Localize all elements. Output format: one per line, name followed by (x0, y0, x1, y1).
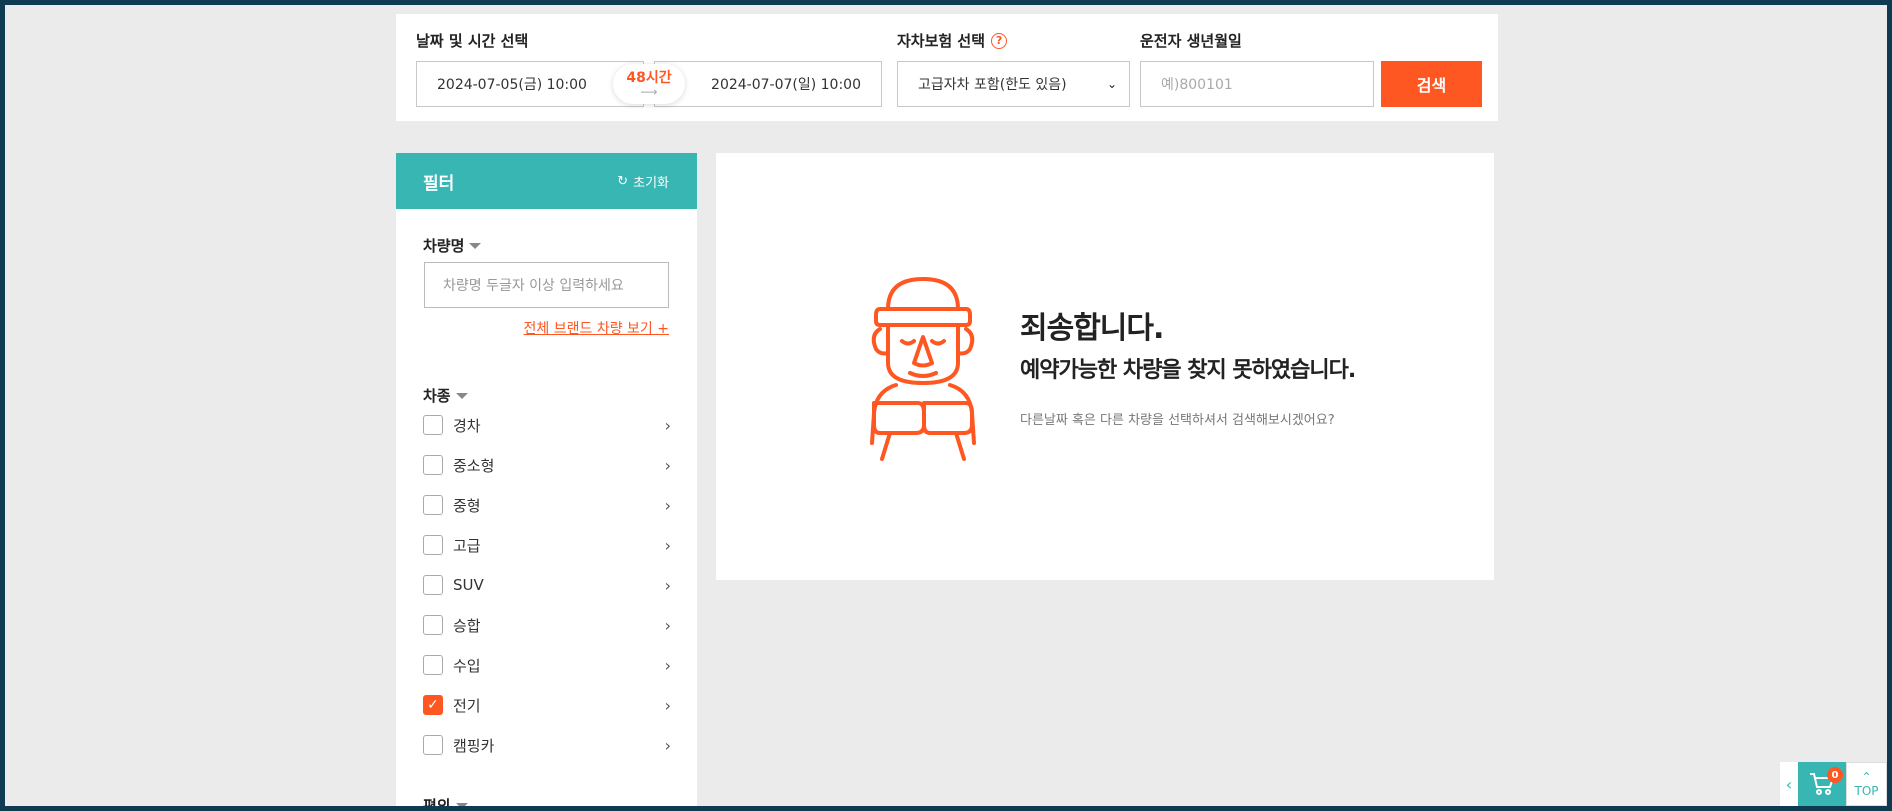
car-name-input[interactable]: 차량명 두글자 이상 입력하세요 (424, 262, 669, 308)
type-label: 승합 (453, 616, 481, 635)
cart-count-badge: 0 (1827, 767, 1843, 783)
insurance-value: 고급자차 포함(한도 있음) (918, 77, 1067, 93)
insurance-label-text: 자차보험 선택 (897, 32, 986, 50)
page-frame: 날짜 및 시간 선택 2024-07-05(금) 10:00 48시간 ⟶ 20… (5, 5, 1887, 806)
checkbox[interactable] (423, 575, 443, 595)
top-label: TOP (1854, 784, 1879, 798)
type-item[interactable]: 경차 › (423, 405, 671, 445)
caret-down-icon (455, 802, 468, 806)
filter-header: 필터 ↻ 초기화 (396, 153, 697, 209)
type-label: 전기 (453, 696, 481, 715)
type-label: 수입 (453, 656, 481, 675)
type-item[interactable]: 수입 › (423, 645, 671, 685)
checkbox-checked[interactable]: ✓ (423, 695, 443, 715)
reset-button[interactable]: ↻ 초기화 (617, 172, 669, 191)
date-label: 날짜 및 시간 선택 (416, 32, 529, 50)
type-label: 고급 (453, 536, 481, 555)
chevron-right-icon[interactable]: › (665, 656, 671, 675)
start-date-field[interactable]: 2024-07-05(금) 10:00 (416, 61, 644, 107)
result-hint: 다른날짜 혹은 다른 차량을 선택하셔서 검색해보시겠어요? (1020, 413, 1335, 428)
help-icon[interactable]: ? (991, 32, 1008, 49)
search-bar: 날짜 및 시간 선택 2024-07-05(금) 10:00 48시간 ⟶ 20… (396, 14, 1498, 121)
type-label: 캠핑카 (453, 736, 495, 755)
chevron-right-icon[interactable]: › (665, 416, 671, 435)
chevron-right-icon[interactable]: › (665, 616, 671, 635)
checkbox[interactable] (423, 455, 443, 475)
birth-label: 운전자 생년월일 (1140, 32, 1242, 50)
type-item[interactable]: 고급 › (423, 525, 671, 565)
refresh-icon: ↻ (617, 173, 629, 189)
all-brands-link[interactable]: 전체 브랜드 차량 보기 + (524, 318, 669, 338)
scroll-top-button[interactable]: ⌃ TOP (1846, 762, 1887, 806)
checkbox[interactable] (423, 615, 443, 635)
type-item[interactable]: 승합 › (423, 605, 671, 645)
checkbox[interactable] (423, 535, 443, 555)
type-item[interactable]: 중형 › (423, 485, 671, 525)
chevron-up-icon: ⌃ (1861, 770, 1872, 784)
type-section-label: 차종 (423, 387, 451, 405)
chevron-right-icon[interactable]: › (665, 696, 671, 715)
type-label: SUV (453, 576, 484, 594)
option-section-title[interactable]: 편의 (423, 795, 468, 806)
duration-text: 48시간 (626, 70, 672, 86)
result-title: 죄송합니다. (1020, 311, 1164, 346)
type-section-title[interactable]: 차종 (423, 385, 468, 406)
checkbox[interactable] (423, 415, 443, 435)
filter-panel: 필터 ↻ 초기화 차량명 차량명 두글자 이상 입력하세요 전체 브랜드 차량 … (396, 153, 697, 806)
car-type-list: 경차 › 중소형 › 중형 › 고급 › SUV › 승합 › 수입 › ✓ 전… (423, 405, 671, 765)
chevron-right-icon[interactable]: › (665, 576, 671, 595)
sorry-character-icon (870, 277, 976, 461)
chevron-down-icon: ⌄ (1106, 77, 1117, 91)
type-item[interactable]: SUV › (423, 565, 671, 605)
car-name-placeholder: 차량명 두글자 이상 입력하세요 (443, 278, 624, 294)
result-subtitle: 예약가능한 차량을 찾지 못하였습니다. (1020, 358, 1356, 383)
name-section-title[interactable]: 차량명 (423, 235, 482, 256)
chevron-right-icon[interactable]: › (665, 536, 671, 555)
type-item[interactable]: ✓ 전기 › (423, 685, 671, 725)
chevron-left-icon[interactable]: ‹ (1780, 762, 1798, 806)
checkbox[interactable] (423, 655, 443, 675)
type-label: 경차 (453, 416, 481, 435)
duration-badge: 48시간 ⟶ (613, 64, 685, 104)
option-section-label: 편의 (423, 797, 451, 806)
chevron-right-icon[interactable]: › (665, 736, 671, 755)
caret-down-icon (455, 392, 468, 399)
type-item[interactable]: 중소형 › (423, 445, 671, 485)
birth-placeholder: 예)800101 (1161, 77, 1233, 93)
end-date-text: 2024-07-07(일) 10:00 (711, 77, 861, 93)
reset-label: 초기화 (633, 175, 669, 191)
chevron-right-icon[interactable]: › (665, 496, 671, 515)
chevron-right-icon[interactable]: › (665, 456, 671, 475)
type-label: 중형 (453, 496, 481, 515)
arrow-right-icon: ⟶ (640, 85, 658, 99)
start-date-text: 2024-07-05(금) 10:00 (437, 77, 587, 93)
birth-input[interactable]: 예)800101 (1140, 61, 1374, 107)
checkbox[interactable] (423, 495, 443, 515)
filter-title: 필터 (423, 173, 455, 194)
type-item[interactable]: 캠핑카 › (423, 725, 671, 765)
insurance-label: 자차보험 선택 ? (897, 30, 1008, 51)
type-label: 중소형 (453, 456, 495, 475)
name-section-label: 차량명 (423, 237, 465, 255)
insurance-select[interactable]: 고급자차 포함(한도 있음) ⌄ (897, 61, 1130, 107)
checkbox[interactable] (423, 735, 443, 755)
end-date-field[interactable]: 2024-07-07(일) 10:00 (654, 61, 882, 107)
result-panel: 죄송합니다. 예약가능한 차량을 찾지 못하였습니다. 다른날짜 혹은 다른 차… (716, 153, 1494, 580)
cart-button[interactable]: 0 (1798, 762, 1846, 806)
caret-down-icon (469, 242, 482, 249)
search-button[interactable]: 검색 (1381, 61, 1482, 107)
